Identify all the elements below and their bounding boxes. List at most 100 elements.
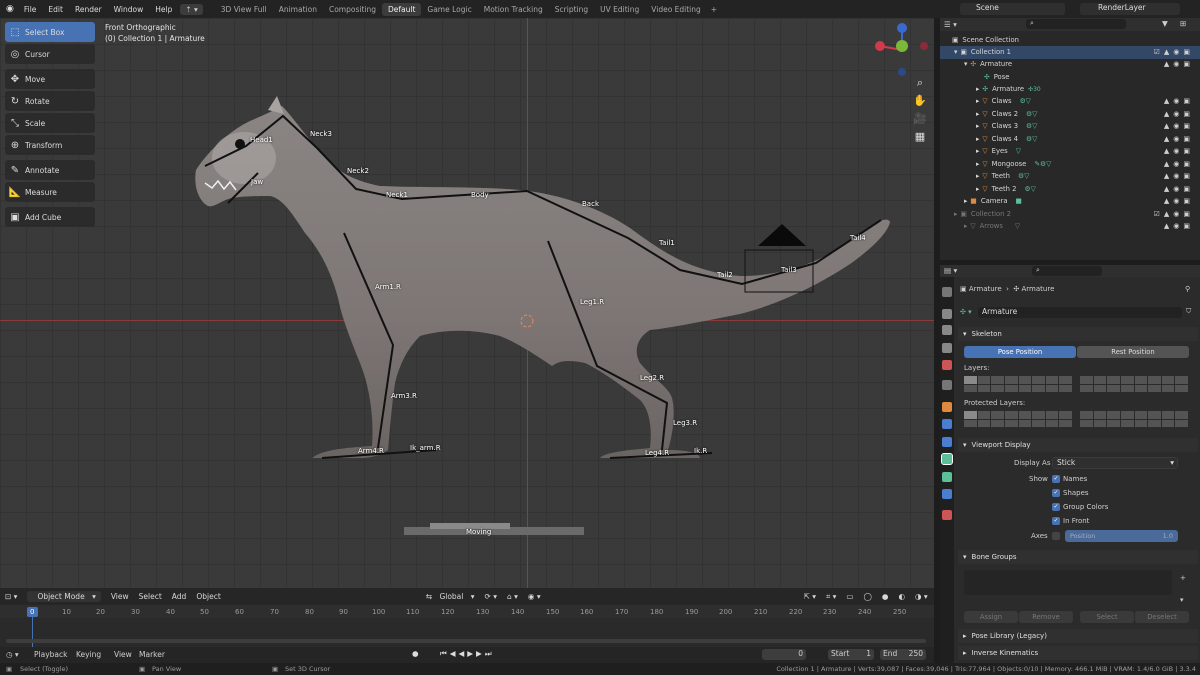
mongoose-model[interactable] <box>0 18 934 604</box>
expand-icon[interactable]: ▸ <box>976 97 979 105</box>
tab-game-logic[interactable]: Game Logic <box>421 3 477 16</box>
grid-icon[interactable]: ▦ <box>911 130 929 148</box>
outliner-row-collection-1[interactable]: ▾ ▣ Collection 1 ☑▲◉▣ <box>940 46 1200 59</box>
pan-hand-icon[interactable]: ✋ <box>911 94 929 112</box>
in-front-checkbox[interactable]: ✓ <box>1052 517 1060 525</box>
tool-annotate[interactable]: ✎ Annotate <box>5 160 95 180</box>
outliner-scene-collection[interactable]: ▣ Scene Collection <box>940 34 1200 47</box>
blender-logo-icon[interactable]: ◉ <box>0 4 18 14</box>
camera-view-icon[interactable]: 🎥 <box>911 112 929 130</box>
row-visibility-icons[interactable]: ▲◉▣ <box>1164 160 1194 168</box>
start-frame-field[interactable]: Start 1 <box>828 649 874 660</box>
layers-grid-left[interactable] <box>964 376 1072 392</box>
outliner-row-teeth-2[interactable]: ▸ ▽ Teeth 2 ⚙▽ ▲◉▣ <box>940 183 1200 196</box>
deselect-button[interactable]: Deselect <box>1135 611 1189 623</box>
bone-groups-list[interactable] <box>964 570 1172 595</box>
outliner-row-armature[interactable]: ▾ ✣ Armature ▲◉▣ <box>940 58 1200 71</box>
tool-transform[interactable]: ⊕ Transform <box>5 135 95 155</box>
layers-grid-right[interactable] <box>1080 376 1188 392</box>
bone-groups-menu-icon[interactable]: ▾ <box>1180 596 1184 604</box>
timeline-scrollbar[interactable] <box>6 639 926 643</box>
tab-uv-editing[interactable]: UV Editing <box>594 3 645 16</box>
expand-icon[interactable]: ▸ <box>964 197 967 205</box>
axes-checkbox[interactable] <box>1052 532 1060 540</box>
expand-icon[interactable]: ▸ <box>976 110 979 118</box>
axes-position-slider[interactable]: Position 1.0 <box>1065 530 1178 542</box>
tool-tab-icon[interactable] <box>942 287 952 297</box>
outliner-search[interactable]: ⌕ <box>1026 19 1126 29</box>
outliner-row-camera[interactable]: ▸ ■ Camera ■ ▲◉▣ <box>940 195 1200 208</box>
properties-editor[interactable]: ▤ ▾ ⌕ ▣ Armature › ✣ Armature ⚲ ✣ ▾ Arma… <box>940 265 1200 663</box>
new-collection-icon[interactable]: ⊞ <box>1180 19 1186 28</box>
end-frame-field[interactable]: End 250 <box>880 649 926 660</box>
outliner-row-eyes[interactable]: ▸ ▽ Eyes ▽ ▲◉▣ <box>940 145 1200 158</box>
add-bone-group-icon[interactable]: + <box>1180 574 1186 582</box>
expand-icon[interactable]: ▸ <box>976 135 979 143</box>
playback-controls[interactable]: ⏮◀◀▶▶⏭ <box>440 649 495 659</box>
row-visibility-icons[interactable]: ☑▲◉▣ <box>1154 48 1194 56</box>
snap-icon[interactable]: ⌂ ▾ <box>507 592 518 601</box>
pin-icon[interactable]: ⚲ <box>1185 285 1190 293</box>
display-as-dropdown[interactable]: Stick ▾ <box>1052 457 1178 469</box>
tab-3d-view-full[interactable]: 3D View Full <box>215 3 273 16</box>
assign-button[interactable]: Assign <box>964 611 1018 623</box>
zoom-icon[interactable]: ⌕ <box>911 76 929 94</box>
record-icon[interactable]: ● <box>412 649 419 658</box>
editor-type-icon[interactable]: ⇡ ▾ <box>180 3 203 15</box>
bone-tab-icon[interactable] <box>942 472 952 482</box>
panel-inverse-kinematics[interactable]: ▸ Inverse Kinematics <box>958 646 1198 660</box>
constraint-tab-icon[interactable] <box>942 489 952 499</box>
render-tab-icon[interactable] <box>942 309 952 319</box>
world-tab-icon[interactable] <box>942 380 952 390</box>
expand-icon[interactable]: ▸ <box>976 147 979 155</box>
tab-motion-tracking[interactable]: Motion Tracking <box>478 3 549 16</box>
expand-icon[interactable]: ▸ <box>976 172 979 180</box>
names-checkbox[interactable]: ✓ <box>1052 475 1060 483</box>
tool-cursor[interactable]: ◎ Cursor <box>5 44 95 64</box>
row-visibility-icons[interactable]: ▲◉▣ <box>1164 222 1194 230</box>
properties-editor-icon[interactable]: ▤ ▾ <box>944 266 957 275</box>
tool-rotate[interactable]: ↻ Rotate <box>5 91 95 111</box>
menu-add[interactable]: Add <box>172 592 187 601</box>
overlay-icon[interactable]: ⌗ ▾ <box>826 592 836 602</box>
transform-orientation-dropdown[interactable]: ⇆ Global ▾ <box>426 592 475 601</box>
current-frame-field[interactable]: 0 <box>762 649 806 660</box>
tab-video-editing[interactable]: Video Editing <box>645 3 707 16</box>
menu-help[interactable]: Help <box>149 5 178 14</box>
row-visibility-icons[interactable]: ▲◉▣ <box>1164 122 1194 130</box>
menu-keying[interactable]: Keying <box>76 650 101 659</box>
panel-skeleton[interactable]: ▾ Skeleton <box>958 327 1198 341</box>
outliner-row-claws[interactable]: ▸ ▽ Claws ⚙▽ ▲◉▣ <box>940 95 1200 108</box>
menu-select[interactable]: Select <box>139 592 162 601</box>
select-button[interactable]: Select <box>1080 611 1134 623</box>
tool-scale[interactable]: ⤡ Scale <box>5 113 95 133</box>
physics-tab-icon[interactable] <box>942 437 952 447</box>
tab-default[interactable]: Default <box>381 2 422 16</box>
tool-move[interactable]: ✥ Move <box>5 69 95 89</box>
shading-material-icon[interactable]: ◐ <box>898 592 905 601</box>
row-visibility-icons[interactable]: ▲◉▣ <box>1164 172 1194 180</box>
camera-triangle[interactable] <box>758 224 806 246</box>
view-layer-tab-icon[interactable] <box>942 343 952 353</box>
group-colors-checkbox[interactable]: ✓ <box>1052 503 1060 511</box>
row-visibility-icons[interactable]: ▲◉▣ <box>1164 110 1194 118</box>
protected-layers-grid-right[interactable] <box>1080 411 1188 427</box>
tab-scripting[interactable]: Scripting <box>549 3 594 16</box>
expand-icon[interactable]: ▸ <box>976 160 979 168</box>
menu-render[interactable]: Render <box>69 5 108 14</box>
tool-add-cube[interactable]: ▣ Add Cube <box>5 207 95 227</box>
pivot-icon[interactable]: ⟳ ▾ <box>485 592 497 601</box>
menu-file[interactable]: File <box>18 5 43 14</box>
editor-type-icon[interactable]: ⊡ ▾ <box>5 592 17 601</box>
menu-window[interactable]: Window <box>108 5 150 14</box>
row-visibility-icons[interactable]: ▲◉▣ <box>1164 147 1194 155</box>
outliner[interactable]: ☰ ▾ ⌕ ▼ ⊞ ▣ Scene Collection ▾ ▣ Collection… <box>940 18 1200 260</box>
menu-marker[interactable]: Marker <box>139 650 165 659</box>
outliner-editor-icon[interactable]: ☰ ▾ <box>944 20 957 29</box>
tab-animation[interactable]: Animation <box>273 3 323 16</box>
view-layer-selector[interactable]: RenderLayer <box>1080 3 1180 15</box>
3d-viewport[interactable]: Head1 Jaw Neck3 Neck2 Neck1 Body Back Ta… <box>0 18 934 604</box>
timeline[interactable]: 0 10 20 30 40 50 60 70 80 90 100 110 120… <box>0 605 934 647</box>
outliner-row-mongoose[interactable]: ▸ ▽ Mongoose ✎⚙▽ ▲◉▣ <box>940 158 1200 171</box>
expand-icon[interactable]: ▸ <box>976 185 979 193</box>
